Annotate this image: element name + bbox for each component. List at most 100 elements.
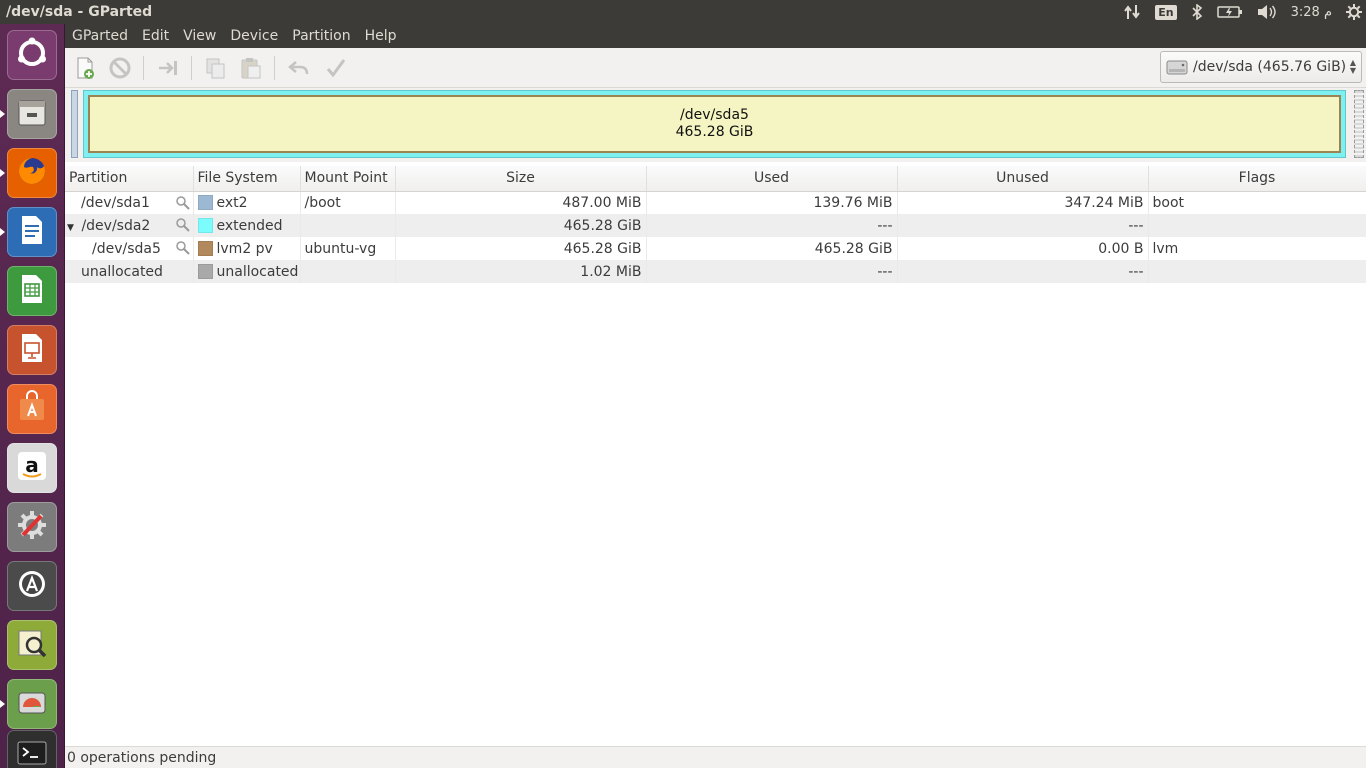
column-header-size[interactable]: Size bbox=[395, 166, 647, 192]
filesystem-label: unallocated bbox=[216, 263, 299, 280]
disk-usage-analyzer-icon bbox=[15, 626, 49, 664]
launcher-item-firefox[interactable] bbox=[7, 148, 57, 198]
filesystem-label: lvm2 pv bbox=[216, 240, 273, 257]
resize-move-button[interactable] bbox=[154, 54, 182, 82]
graph-partition-sda5[interactable]: /dev/sda5 465.28 GiB bbox=[88, 95, 1341, 153]
table-header: Partition File System Mount Point Size U… bbox=[65, 166, 1366, 192]
launcher-item-terminal[interactable] bbox=[7, 730, 57, 768]
column-header-mount-point[interactable]: Mount Point bbox=[300, 166, 396, 192]
keyboard-layout-indicator[interactable]: En bbox=[1155, 0, 1177, 24]
partition-name: /dev/sda5 bbox=[92, 240, 161, 257]
new-document-icon bbox=[77, 57, 94, 79]
battery-icon[interactable] bbox=[1216, 0, 1243, 24]
graph-partition-extended[interactable]: /dev/sda5 465.28 GiB bbox=[83, 90, 1346, 158]
filesystem-cell: lvm2 pv bbox=[193, 237, 301, 260]
partition-cell: /dev/sda5 bbox=[65, 237, 194, 260]
filesystem-swatch bbox=[197, 194, 213, 210]
network-icon[interactable] bbox=[1123, 0, 1141, 24]
files-icon bbox=[15, 95, 49, 133]
graph-unallocated[interactable] bbox=[1354, 90, 1364, 158]
undo-button[interactable] bbox=[285, 54, 313, 82]
toolbar-separator bbox=[143, 56, 144, 80]
menu-view[interactable]: View bbox=[176, 24, 223, 48]
partition-cell: unallocated bbox=[65, 260, 194, 283]
menubar: GParted Edit View Device Partition Help bbox=[65, 24, 1366, 48]
partition-name: /dev/sda2 bbox=[81, 217, 151, 234]
column-header-unused[interactable]: Unused bbox=[897, 166, 1149, 192]
copy-icon bbox=[206, 58, 225, 79]
launcher-item-gparted[interactable] bbox=[7, 679, 57, 729]
ubuntu-software-icon bbox=[15, 390, 49, 428]
delete-partition-button[interactable] bbox=[106, 54, 134, 82]
mount-point-cell: ubuntu-vg bbox=[300, 237, 396, 260]
libreoffice-impress-icon bbox=[15, 331, 49, 369]
size-cell: 465.28 GiB bbox=[395, 237, 647, 260]
launcher-item-ubuntu-dash[interactable] bbox=[7, 30, 57, 80]
window-title: /dev/sda - GParted bbox=[6, 4, 153, 20]
column-header-used[interactable]: Used bbox=[646, 166, 898, 192]
launcher-item-system-settings[interactable] bbox=[7, 502, 57, 552]
menu-edit[interactable]: Edit bbox=[135, 24, 176, 48]
table-row[interactable]: /dev/sda1 ext2 /boot 487.00 MiB 139.76 M… bbox=[65, 191, 1366, 214]
table-row[interactable]: /dev/sda5 lvm2 pv ubuntu-vg 465.28 GiB 4… bbox=[65, 237, 1366, 260]
volume-icon[interactable] bbox=[1257, 0, 1277, 24]
menu-partition[interactable]: Partition bbox=[285, 24, 357, 48]
launcher-item-libreoffice-writer[interactable] bbox=[7, 207, 57, 257]
gear-icon[interactable] bbox=[1346, 0, 1362, 24]
partition-cell: ▼ /dev/sda2 bbox=[65, 214, 194, 237]
toolbar-separator bbox=[191, 56, 192, 80]
resize-move-icon bbox=[159, 61, 177, 75]
running-indicator bbox=[0, 228, 5, 236]
menu-device[interactable]: Device bbox=[223, 24, 285, 48]
launcher-item-amazon[interactable]: a bbox=[7, 443, 57, 493]
table-row[interactable]: unallocated unallocated 1.02 MiB --- --- bbox=[65, 260, 1366, 283]
table-row[interactable]: ▼ /dev/sda2 extended 465.28 GiB --- --- bbox=[65, 214, 1366, 237]
clock[interactable]: 3:28 م bbox=[1291, 0, 1332, 24]
running-indicator bbox=[0, 700, 5, 708]
launcher-item-files[interactable] bbox=[7, 89, 57, 139]
expander-arrow-icon[interactable]: ▼ bbox=[67, 223, 77, 233]
graph-partition-sda1[interactable] bbox=[71, 90, 78, 158]
partition-table: Partition File System Mount Point Size U… bbox=[65, 166, 1366, 283]
unused-cell: --- bbox=[897, 214, 1149, 237]
launcher-item-libreoffice-calc[interactable] bbox=[7, 266, 57, 316]
menu-gparted[interactable]: GParted bbox=[65, 24, 135, 48]
launcher-item-software-updater[interactable] bbox=[7, 561, 57, 611]
filesystem-swatch bbox=[197, 263, 213, 279]
amazon-icon: a bbox=[15, 449, 49, 487]
operations-pending-label: 0 operations pending bbox=[67, 750, 217, 766]
launcher-item-ubuntu-software[interactable] bbox=[7, 384, 57, 434]
running-indicator bbox=[0, 169, 5, 177]
undo-icon bbox=[288, 61, 309, 75]
software-updater-icon bbox=[15, 567, 49, 605]
partition-name: unallocated bbox=[81, 263, 163, 280]
column-header-flags[interactable]: Flags bbox=[1148, 166, 1366, 192]
used-cell: 139.76 MiB bbox=[646, 191, 898, 214]
copy-button[interactable] bbox=[202, 54, 230, 82]
disk-graph: /dev/sda5 465.28 GiB bbox=[65, 88, 1366, 162]
menu-help[interactable]: Help bbox=[358, 24, 404, 48]
device-selector[interactable]: /dev/sda (465.76 GiB) ▲ ▼ bbox=[1160, 51, 1362, 83]
launcher-item-libreoffice-impress[interactable] bbox=[7, 325, 57, 375]
bluetooth-icon[interactable] bbox=[1191, 0, 1203, 24]
filesystem-cell: extended bbox=[193, 214, 301, 237]
used-cell: --- bbox=[646, 214, 898, 237]
firefox-icon bbox=[15, 154, 49, 192]
used-cell: 465.28 GiB bbox=[646, 237, 898, 260]
graph-partition-name: /dev/sda5 bbox=[680, 107, 749, 123]
mount-point-cell bbox=[300, 260, 396, 283]
filesystem-swatch bbox=[197, 240, 213, 256]
filesystem-swatch bbox=[197, 217, 213, 233]
column-header-file-system[interactable]: File System bbox=[193, 166, 301, 192]
partition-cell: /dev/sda1 bbox=[65, 191, 194, 214]
mount-point-cell: /boot bbox=[300, 191, 396, 214]
paste-button[interactable] bbox=[237, 54, 265, 82]
magnifier-icon bbox=[175, 218, 190, 232]
mount-point-cell bbox=[300, 214, 396, 237]
launcher-item-disk-usage-analyzer[interactable] bbox=[7, 620, 57, 670]
column-header-partition[interactable]: Partition bbox=[65, 166, 194, 192]
apply-button[interactable] bbox=[322, 54, 350, 82]
partition-list: Partition File System Mount Point Size U… bbox=[65, 166, 1366, 746]
new-partition-button[interactable] bbox=[71, 54, 99, 82]
filesystem-cell: ext2 bbox=[193, 191, 301, 214]
